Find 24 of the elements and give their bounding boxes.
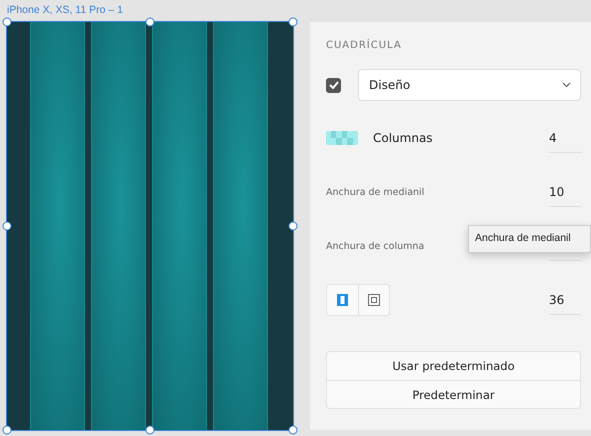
number-field[interactable]: 10	[549, 177, 581, 207]
number-field[interactable]: 4	[549, 123, 581, 153]
field-label: Columnas	[373, 131, 434, 145]
selection-handle[interactable]	[146, 18, 154, 26]
action-button[interactable]: Predeterminar	[327, 380, 580, 408]
selection-handle[interactable]	[288, 18, 298, 26]
action-button[interactable]: Usar predeterminado	[327, 352, 580, 380]
grid-type-dropdown[interactable]: Diseño	[358, 69, 581, 101]
selection-handle[interactable]	[2, 426, 12, 434]
section-title: CUADRÍCULA	[326, 40, 403, 51]
field-label: Anchura de columna	[326, 240, 426, 252]
square-icon	[368, 294, 380, 306]
selection-handle[interactable]	[288, 222, 298, 230]
columns-swatch-icon	[326, 131, 358, 145]
grid-checkbox[interactable]	[326, 78, 341, 92]
field-label: Anchura de medianil	[326, 186, 426, 198]
linked-margins-icon	[337, 294, 348, 306]
tooltip: Anchura de medianil	[468, 225, 591, 253]
selection-handle[interactable]	[146, 426, 154, 434]
selection-handle[interactable]	[2, 18, 12, 26]
selection-handle[interactable]	[2, 222, 12, 230]
number-field[interactable]: 36	[549, 285, 581, 315]
selection-handle[interactable]	[288, 426, 298, 434]
chevron-down-icon	[562, 82, 571, 88]
